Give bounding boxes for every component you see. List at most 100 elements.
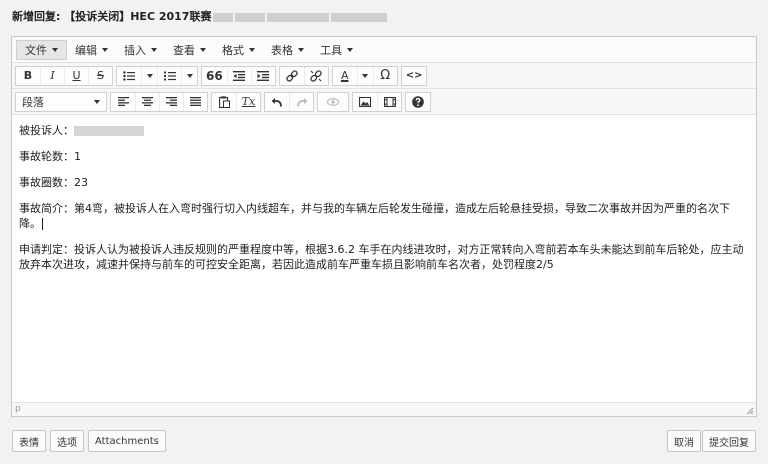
rich-text-editor: 文件 编辑 插入 查看 格式 表格 工具 B I U S 66 A Ω <> 段… [11, 36, 757, 417]
caret-down-icon [52, 47, 58, 52]
source-code-button[interactable]: <> [402, 67, 427, 85]
bullet-list-button[interactable] [117, 67, 141, 85]
options-button[interactable]: 选项 [50, 430, 84, 452]
caret-down-icon [151, 47, 157, 52]
clipboard-icon [218, 95, 230, 108]
redo-button[interactable] [289, 92, 313, 111]
clear-formatting-button[interactable]: Tx [236, 92, 260, 111]
eye-icon [327, 97, 339, 106]
media-group [352, 91, 402, 112]
undo-button[interactable] [265, 93, 289, 111]
laps-line: 事故轮数：1 [19, 150, 81, 163]
outdent-button[interactable] [226, 66, 251, 85]
caret-down-icon [94, 99, 100, 104]
summary-paragraph: 事故简介：第4弯，被投诉人在入弯时强行切入内线超车，并与我的车辆左后轮发生碰撞，… [19, 202, 730, 230]
align-justify-icon [190, 97, 201, 106]
indent-icon [257, 70, 270, 81]
menu-tools[interactable]: 工具 [312, 40, 361, 60]
redacted-text [267, 12, 330, 22]
link-group [278, 65, 329, 86]
menu-table[interactable]: 表格 [263, 40, 312, 60]
submit-reply-button[interactable]: 提交回复 [702, 430, 756, 452]
preview-button[interactable] [318, 93, 348, 111]
bullet-list-dropdown[interactable] [141, 66, 157, 85]
menu-file[interactable]: 文件 [16, 39, 67, 60]
numbered-list-button[interactable] [157, 66, 181, 85]
insert-link-button[interactable] [280, 67, 304, 85]
blockquote-button[interactable]: 66 [202, 67, 227, 85]
element-path[interactable]: p [15, 404, 21, 414]
preview-group [317, 91, 349, 112]
editor-toolbar-1: B I U S 66 A Ω <> [12, 63, 756, 89]
redacted-text [74, 126, 144, 136]
editor-menubar: 文件 编辑 插入 查看 格式 表格 工具 [12, 37, 756, 63]
image-icon [359, 96, 371, 107]
page-title: 新增回复: 【投诉关闭】HEC 2017联赛 [0, 0, 768, 32]
rounds-line: 事故圈数：23 [19, 176, 88, 189]
align-group [110, 91, 208, 112]
paste-text-button[interactable] [212, 93, 236, 111]
help-button[interactable] [406, 93, 430, 111]
insert-media-button[interactable] [377, 92, 401, 111]
redacted-text [331, 12, 388, 22]
undo-icon [271, 97, 282, 107]
text-color-button[interactable]: A [333, 67, 357, 85]
editor-toolbar-2: 段落 Tx [12, 89, 756, 115]
underline-button[interactable]: U [64, 66, 88, 85]
film-icon [383, 96, 396, 107]
editor-statusbar: p [12, 402, 756, 416]
redacted-text [235, 12, 266, 22]
menu-edit[interactable]: 编辑 [67, 40, 116, 60]
align-center-icon [142, 97, 153, 106]
caret-down-icon [146, 73, 153, 78]
unlink-icon [310, 69, 322, 82]
align-center-button[interactable] [135, 92, 159, 111]
resize-handle-icon [746, 407, 754, 415]
page-title-text: 新增回复: 【投诉关闭】HEC 2017联赛 [12, 10, 212, 23]
numbered-list-dropdown[interactable] [181, 66, 197, 85]
attachments-button[interactable]: Attachments [88, 430, 166, 452]
align-left-button[interactable] [111, 93, 135, 111]
help-group [405, 91, 431, 112]
special-character-button[interactable]: Ω [372, 66, 397, 85]
caret-down-icon [362, 73, 369, 78]
caret-down-icon [347, 47, 353, 52]
bullet-list-icon [123, 70, 135, 81]
redacted-text [213, 12, 234, 22]
color-group: A Ω [331, 65, 398, 86]
menu-view[interactable]: 查看 [165, 40, 214, 60]
numbered-list-icon [163, 71, 176, 80]
history-group [264, 91, 314, 112]
align-left-icon [117, 97, 129, 106]
remove-link-button[interactable] [303, 66, 328, 85]
menu-insert[interactable]: 插入 [116, 40, 165, 60]
question-circle-icon [412, 95, 424, 108]
text-cursor [42, 218, 43, 230]
bold-button[interactable]: B [16, 67, 40, 85]
block-format-select[interactable]: 段落 [15, 91, 107, 112]
text-style-group: B I U S [15, 65, 113, 86]
align-justify-button[interactable] [183, 92, 207, 111]
code-group: <> [400, 65, 428, 86]
menu-format[interactable]: 格式 [214, 40, 263, 60]
indent-button[interactable] [250, 66, 275, 85]
emoji-button[interactable]: 表情 [12, 430, 46, 452]
paste-group: Tx [211, 91, 261, 112]
italic-button[interactable]: I [40, 66, 64, 85]
caret-down-icon [200, 47, 206, 52]
editor-content[interactable]: 被投诉人： 事故轮数：1 事故圈数：23 事故简介：第4弯，被投诉人在入弯时强行… [12, 117, 756, 402]
cancel-button[interactable]: 取消 [667, 430, 701, 452]
caret-down-icon [186, 73, 193, 78]
block-group: 66 [201, 65, 276, 86]
text-color-dropdown[interactable] [356, 66, 373, 85]
redo-icon [296, 97, 307, 107]
link-icon [286, 69, 298, 82]
strikethrough-button[interactable]: S [88, 66, 112, 85]
footer-bar: 表情 选项 Attachments 取消 提交回复 [0, 426, 768, 456]
align-right-button[interactable] [159, 92, 183, 111]
caret-down-icon [298, 47, 304, 52]
complainee-line: 被投诉人： [19, 123, 749, 138]
caret-down-icon [102, 47, 108, 52]
list-group [116, 65, 198, 86]
insert-image-button[interactable] [353, 93, 377, 111]
